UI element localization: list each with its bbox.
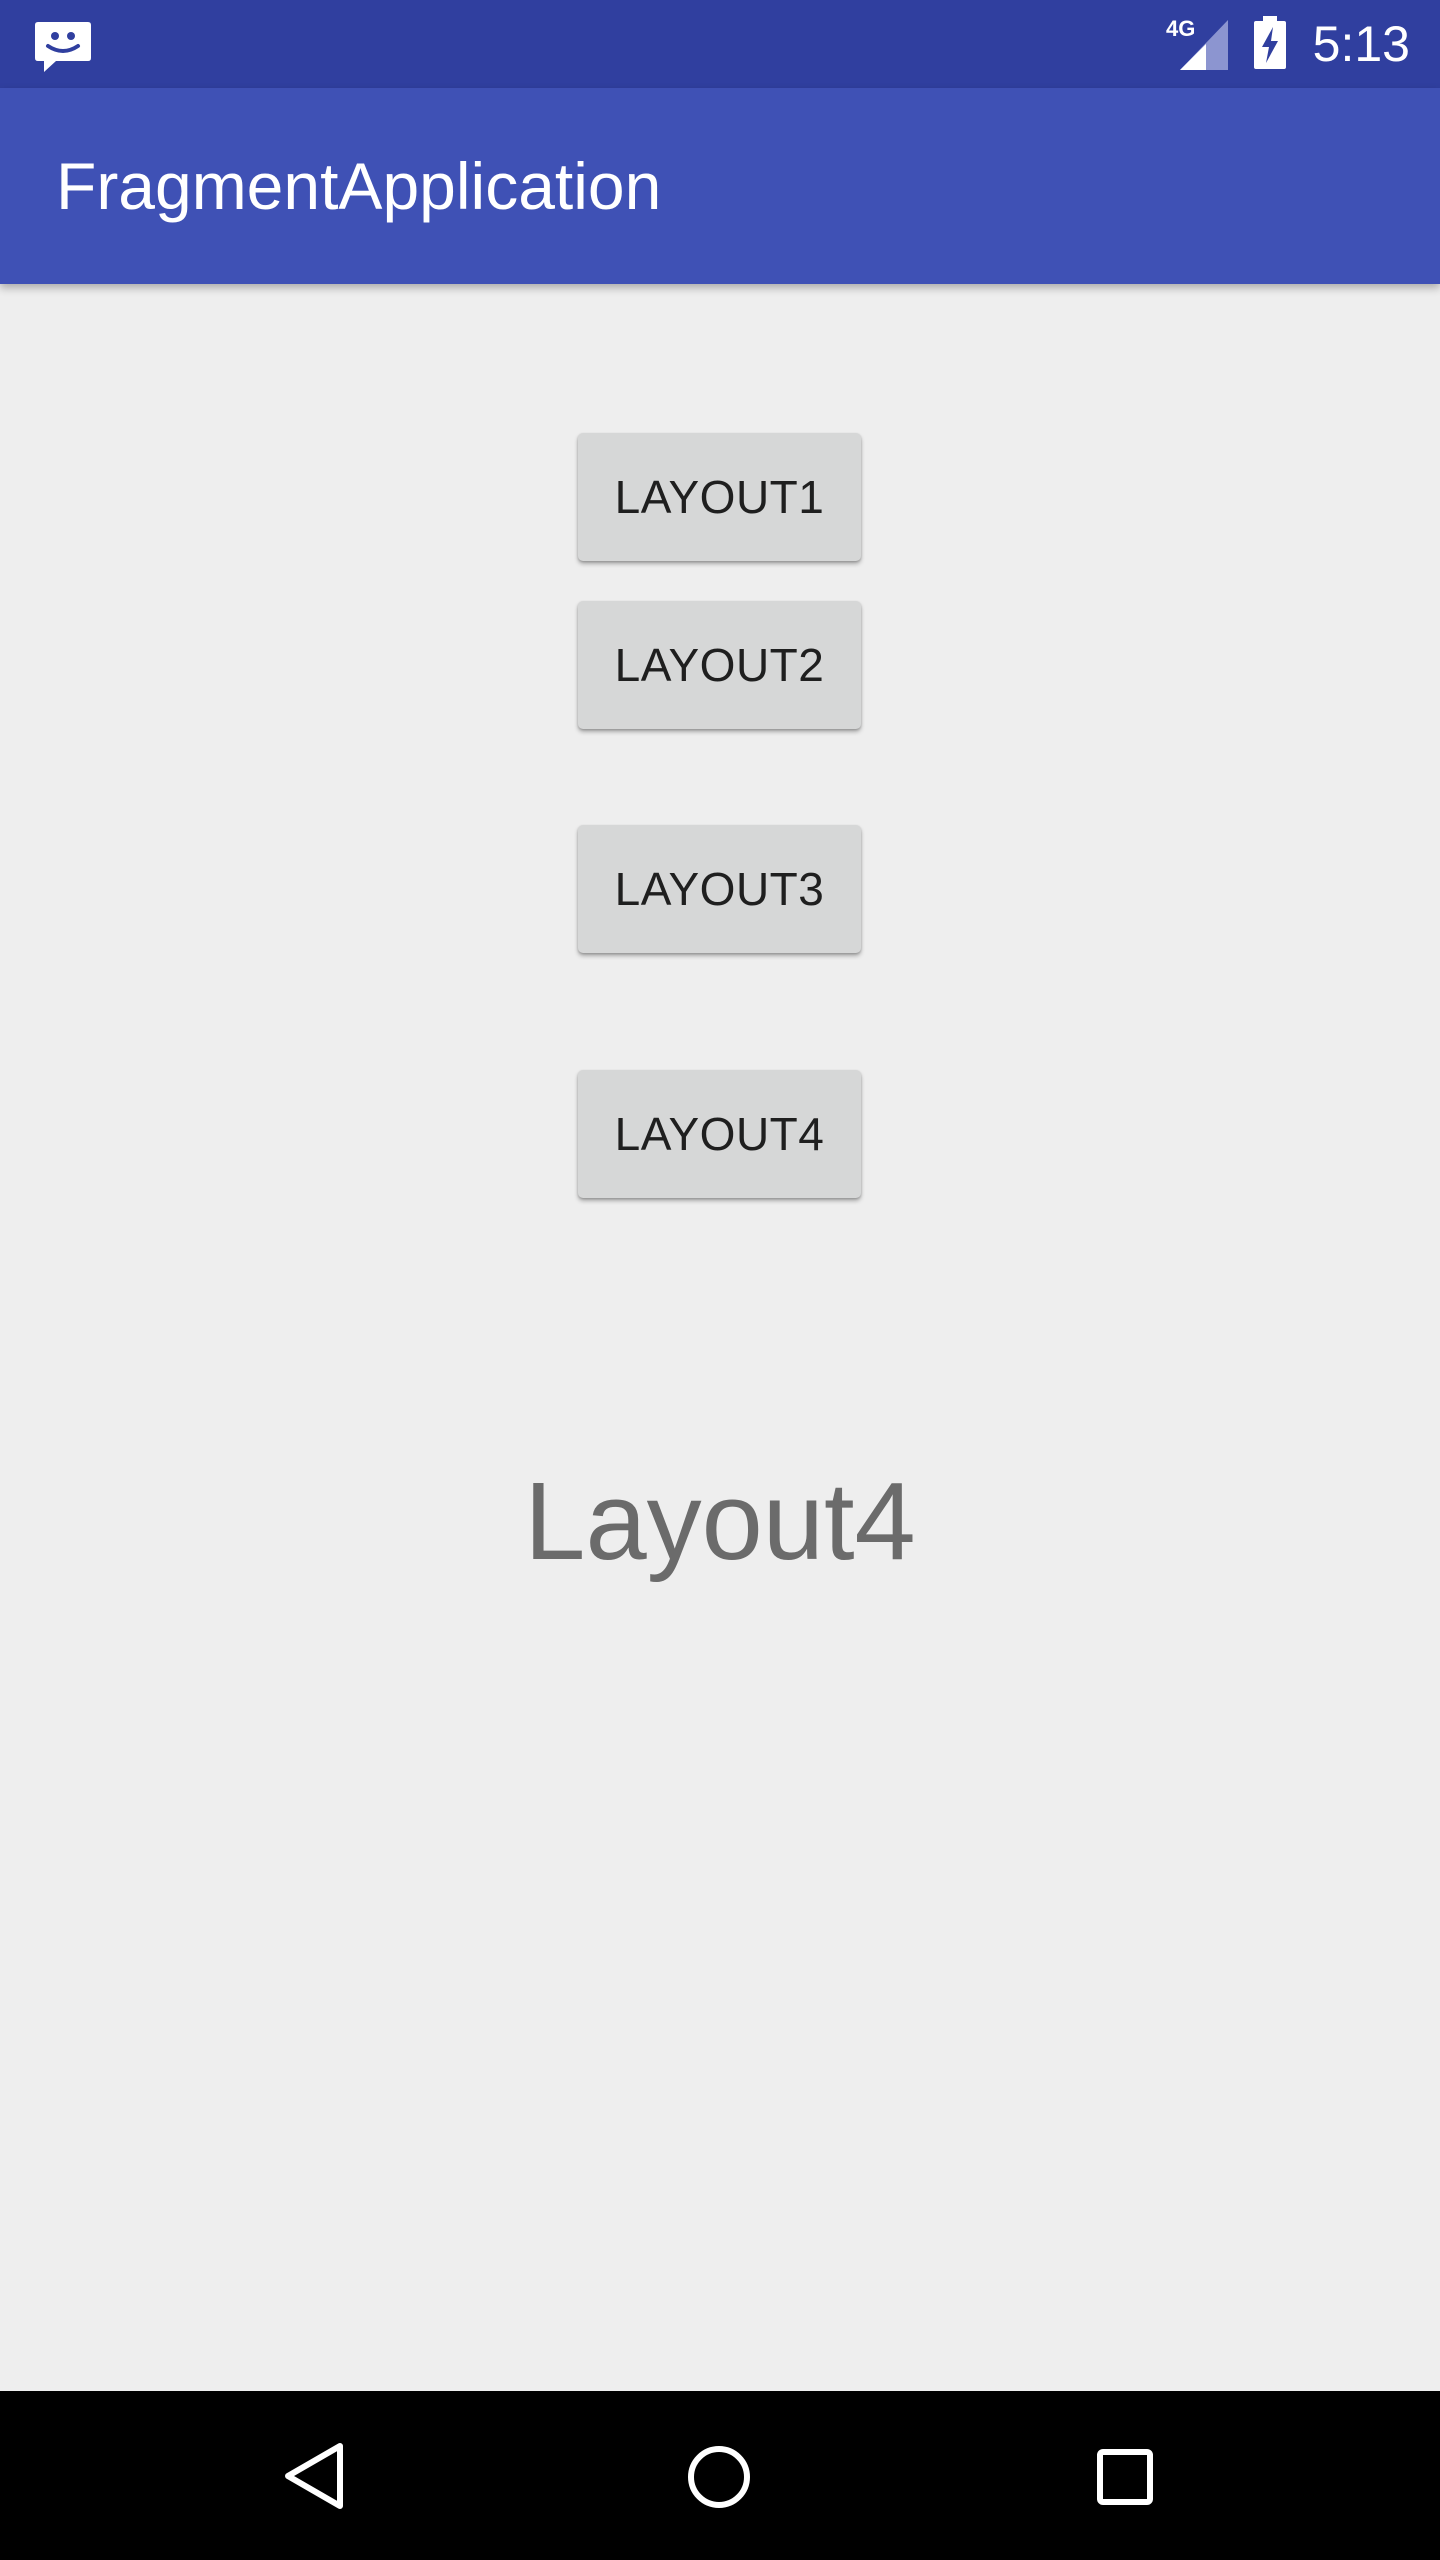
notification-message-icon <box>35 22 91 72</box>
layout3-button[interactable]: LAYOUT3 <box>578 825 861 953</box>
back-icon[interactable] <box>280 2440 350 2512</box>
signal-icon: 4G <box>1166 16 1228 70</box>
fragment-text: Layout4 <box>524 1460 916 1583</box>
layout1-button[interactable]: LAYOUT1 <box>578 433 861 561</box>
clock: 5:13 <box>1312 16 1410 72</box>
battery-charging-icon <box>1254 16 1286 69</box>
app-bar: FragmentApplication <box>0 88 1440 284</box>
network-type-label: 4G <box>1166 16 1195 41</box>
recents-icon[interactable] <box>1096 2448 1154 2506</box>
layout2-button[interactable]: LAYOUT2 <box>578 601 861 729</box>
app-title: FragmentApplication <box>56 149 662 223</box>
layout4-button[interactable]: LAYOUT4 <box>578 1070 861 1198</box>
home-icon[interactable] <box>686 2444 752 2510</box>
status-bar: 4G 5:13 <box>0 0 1440 88</box>
